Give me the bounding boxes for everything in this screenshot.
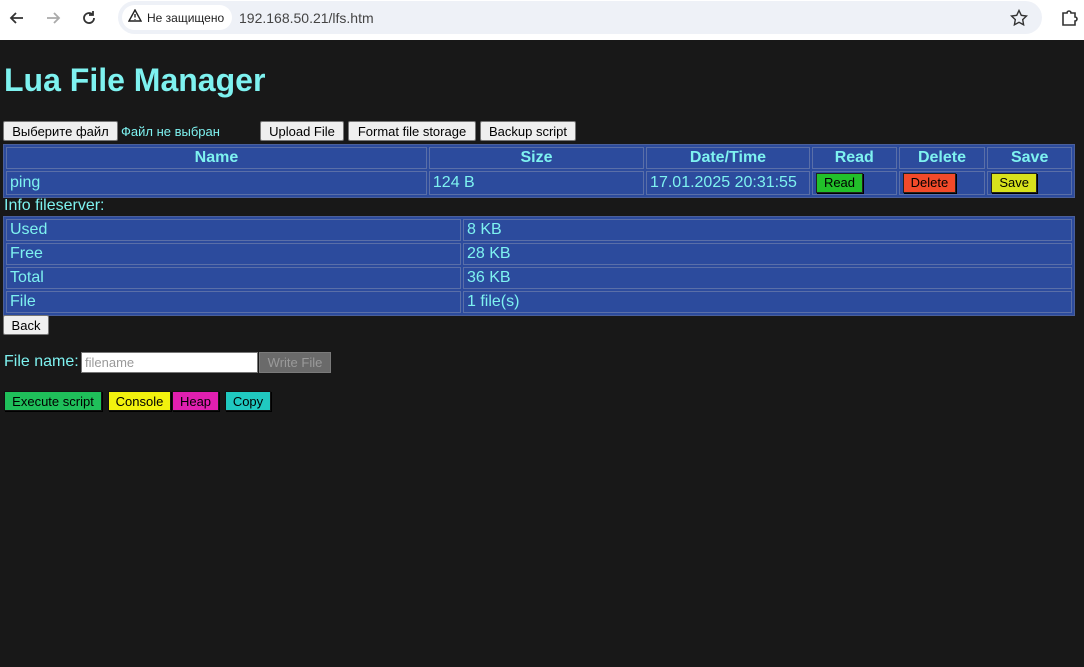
table-row: Used 8 KB: [6, 219, 1072, 241]
format-storage-button[interactable]: Format file storage: [348, 121, 476, 141]
copy-button[interactable]: Copy: [225, 391, 271, 411]
header-size: Size: [428, 147, 645, 169]
table-row: Free 28 KB: [6, 243, 1072, 265]
page-content: Lua File Manager Выберите файл Файл не в…: [0, 40, 1084, 667]
page-title: Lua File Manager: [4, 62, 266, 98]
upload-file-button[interactable]: Upload File: [260, 121, 344, 141]
info-value-cell: 8 KB: [463, 219, 1072, 241]
choose-file-button[interactable]: Выберите файл: [3, 121, 118, 141]
table-row: Total 36 KB: [6, 267, 1072, 289]
backup-script-button[interactable]: Backup script: [480, 121, 576, 141]
delete-button[interactable]: Delete: [902, 173, 957, 193]
bookmark-star-icon[interactable]: [1009, 8, 1029, 27]
write-file-button[interactable]: Write File: [259, 352, 331, 373]
info-key-cell: Used: [6, 219, 461, 241]
table-row: File 1 file(s): [6, 291, 1072, 313]
table-header-row: Name Size Date/Time Read Delete Save: [6, 147, 1072, 169]
console-button[interactable]: Console: [108, 391, 171, 411]
reload-icon[interactable]: [78, 7, 100, 29]
file-name-cell[interactable]: ping: [6, 171, 427, 195]
security-label: Не защищено: [147, 10, 225, 25]
header-datetime: Date/Time: [646, 147, 810, 169]
info-fileserver-label: Info fileserver:: [4, 197, 105, 214]
delete-cell: Delete: [898, 171, 986, 195]
execute-script-button[interactable]: Execute script: [4, 391, 102, 411]
url-text[interactable]: 192.168.50.21/lfs.htm: [239, 10, 374, 26]
file-name-label: File name:: [4, 353, 79, 370]
header-save: Save: [987, 147, 1072, 169]
info-value-cell: 36 KB: [463, 267, 1072, 289]
browser-toolbar: Не защищено 192.168.50.21/lfs.htm: [0, 0, 1084, 40]
address-bar[interactable]: Не защищено 192.168.50.21/lfs.htm: [118, 1, 1042, 34]
info-value-cell: 1 file(s): [463, 291, 1072, 313]
file-size-cell: 124 B: [428, 171, 645, 195]
header-delete: Delete: [898, 147, 986, 169]
warning-icon: [127, 8, 143, 26]
table-row: ping 124 B 17.01.2025 20:31:55 Read Dele…: [6, 171, 1072, 195]
header-read: Read: [811, 147, 897, 169]
heap-button[interactable]: Heap: [172, 391, 219, 411]
read-button[interactable]: Read: [815, 173, 864, 193]
info-key-cell: File: [6, 291, 461, 313]
save-cell: Save: [987, 171, 1072, 195]
security-chip[interactable]: Не защищено: [122, 5, 233, 30]
filename-input[interactable]: [81, 352, 258, 373]
info-key-cell: Free: [6, 243, 461, 265]
file-datetime-cell: 17.01.2025 20:31:55: [646, 171, 810, 195]
extensions-puzzle-icon[interactable]: [1060, 7, 1080, 27]
forward-arrow-icon[interactable]: [42, 7, 64, 29]
info-table: Used 8 KB Free 28 KB Total 36 KB File 1 …: [3, 216, 1075, 316]
info-value-cell: 28 KB: [463, 243, 1072, 265]
header-name: Name: [6, 147, 427, 169]
back-button[interactable]: Back: [3, 315, 49, 335]
file-status-label: Файл не выбран: [121, 124, 220, 139]
back-arrow-icon[interactable]: [6, 7, 28, 29]
save-button[interactable]: Save: [991, 173, 1037, 193]
read-cell: Read: [811, 171, 897, 195]
info-key-cell: Total: [6, 267, 461, 289]
files-table: Name Size Date/Time Read Delete Save pin…: [3, 144, 1075, 198]
